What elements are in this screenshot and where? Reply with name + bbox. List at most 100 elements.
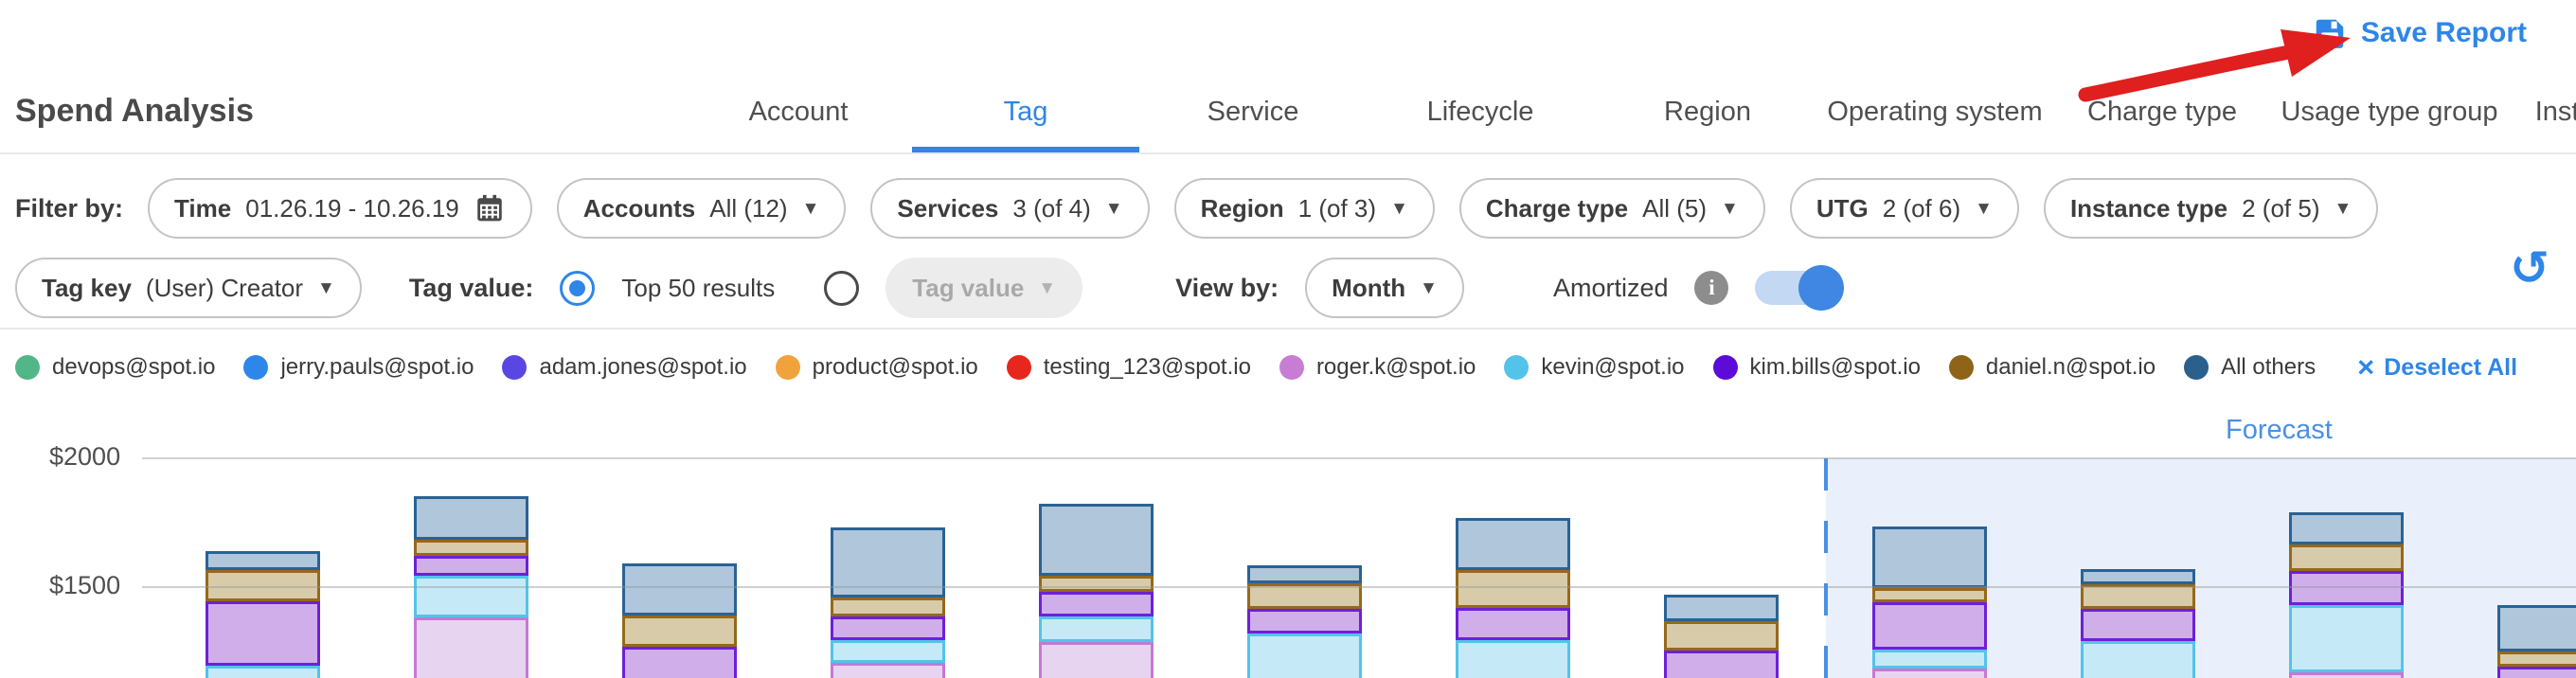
bar-9-segment-roger-k-spot-io[interactable]	[1872, 669, 1987, 678]
bar-10-segment-kevin-spot-io[interactable]	[2081, 641, 2195, 678]
legend-item-roger-k-spot-io[interactable]: roger.k@spot.io	[1279, 354, 1476, 381]
legend-dot	[2184, 355, 2209, 380]
legend-item-product-spot-io[interactable]: product@spot.io	[776, 354, 978, 381]
filter-pill-time[interactable]: Time01.26.19 - 10.26.19	[148, 178, 532, 239]
bar-7-segment-kevin-spot-io[interactable]	[1456, 640, 1570, 678]
bar-4-segment-daniel-n-spot-io[interactable]	[831, 598, 945, 616]
filter-pill-charge-type[interactable]: Charge typeAll (5)	[1459, 178, 1765, 239]
bar-12-segment-all-others[interactable]	[2497, 605, 2576, 651]
legend-dot	[1504, 355, 1529, 380]
tab-account[interactable]: Account	[685, 0, 912, 152]
section-divider	[0, 328, 2576, 330]
legend-item-devops-spot-io[interactable]: devops@spot.io	[15, 354, 215, 381]
bar-11-segment-roger-k-spot-io[interactable]	[2289, 672, 2404, 678]
chevron-down-icon	[1721, 200, 1739, 218]
save-report-button[interactable]: Save Report	[2312, 15, 2527, 51]
bar-5-segment-kim-bills-spot-io[interactable]	[1039, 592, 1154, 616]
bar-2-segment-kevin-spot-io[interactable]	[414, 576, 528, 617]
bar-1-segment-kevin-spot-io[interactable]	[206, 666, 320, 678]
tag-key-pill[interactable]: Tag key (User) Creator	[15, 258, 362, 318]
radio-custom-tag-value[interactable]	[824, 271, 859, 306]
bar-11-segment-kim-bills-spot-io[interactable]	[2289, 571, 2404, 605]
bar-2-segment-all-others[interactable]	[414, 496, 528, 540]
bar-6-segment-all-others[interactable]	[1247, 565, 1362, 583]
view-by-label: View by:	[1175, 274, 1279, 303]
bar-8-segment-all-others[interactable]	[1664, 595, 1779, 621]
legend-dot	[1007, 355, 1031, 380]
filter-pill-instance-type[interactable]: Instance type2 (of 5)	[2044, 178, 2378, 239]
legend-item-adam-jones-spot-io[interactable]: adam.jones@spot.io	[502, 354, 746, 381]
radio-top-50-results[interactable]	[560, 271, 595, 306]
legend-item-daniel-n-spot-io[interactable]: daniel.n@spot.io	[1949, 354, 2156, 381]
chevron-down-icon	[317, 279, 335, 297]
bar-11-segment-kevin-spot-io[interactable]	[2289, 605, 2404, 672]
bar-4-segment-kim-bills-spot-io[interactable]	[831, 616, 945, 640]
chevron-down-icon	[2334, 200, 2352, 218]
bar-9-segment-kim-bills-spot-io[interactable]	[1872, 602, 1987, 650]
bar-10-segment-kim-bills-spot-io[interactable]	[2081, 609, 2195, 641]
legend-item-all-others[interactable]: All others	[2184, 354, 2316, 381]
tab-lifecycle[interactable]: Lifecycle	[1367, 0, 1594, 152]
bar-10-segment-all-others[interactable]	[2081, 569, 2195, 584]
bar-11-segment-daniel-n-spot-io[interactable]	[2289, 544, 2404, 571]
chevron-down-icon	[1038, 279, 1056, 297]
bar-3-segment-kim-bills-spot-io[interactable]	[622, 647, 737, 678]
legend-label: jerry.pauls@spot.io	[280, 354, 474, 381]
bar-12-segment-daniel-n-spot-io[interactable]	[2497, 651, 2576, 667]
legend-item-kevin-spot-io[interactable]: kevin@spot.io	[1504, 354, 1684, 381]
deselect-all-button[interactable]: Deselect All	[2357, 354, 2517, 382]
amortized-label: Amortized	[1553, 274, 1669, 303]
info-icon[interactable]	[1694, 271, 1728, 305]
bar-6-segment-kevin-spot-io[interactable]	[1247, 633, 1362, 678]
legend-item-testing-123-spot-io[interactable]: testing_123@spot.io	[1007, 354, 1251, 381]
filter-pill-utg[interactable]: UTG2 (of 6)	[1790, 178, 2019, 239]
legend-dot	[776, 355, 800, 380]
bar-11-segment-all-others[interactable]	[2289, 512, 2404, 544]
bar-2-segment-kim-bills-spot-io[interactable]	[414, 556, 528, 576]
bar-7-segment-daniel-n-spot-io[interactable]	[1456, 570, 1570, 608]
tab-tag[interactable]: Tag	[912, 0, 1139, 152]
bar-7-segment-all-others[interactable]	[1456, 518, 1570, 570]
bar-4-segment-roger-k-spot-io[interactable]	[831, 663, 945, 678]
tag-value-dropdown: Tag value	[886, 258, 1082, 318]
tab-region[interactable]: Region	[1594, 0, 1821, 152]
amortized-toggle[interactable]	[1755, 271, 1842, 305]
bar-3-segment-daniel-n-spot-io[interactable]	[622, 616, 737, 647]
bar-2-segment-daniel-n-spot-io[interactable]	[414, 540, 528, 556]
filter-pill-value: 2 (of 6)	[1883, 194, 1960, 223]
bar-9-segment-all-others[interactable]	[1872, 526, 1987, 588]
bar-5-segment-roger-k-spot-io[interactable]	[1039, 642, 1154, 678]
legend-label: All others	[2221, 354, 2316, 381]
bar-8-segment-kim-bills-spot-io[interactable]	[1664, 651, 1779, 678]
bar-12-segment-kim-bills-spot-io[interactable]	[2497, 667, 2576, 678]
bar-5-segment-daniel-n-spot-io[interactable]	[1039, 576, 1154, 592]
filter-pill-services[interactable]: Services3 (of 4)	[870, 178, 1149, 239]
tab-operating-system[interactable]: Operating system	[1821, 0, 2048, 152]
spend-chart: Forecast $2000$1500	[0, 398, 2576, 678]
bar-8-segment-daniel-n-spot-io[interactable]	[1664, 621, 1779, 651]
filter-pill-accounts[interactable]: AccountsAll (12)	[557, 178, 847, 239]
bar-4-segment-kevin-spot-io[interactable]	[831, 640, 945, 663]
bar-2-segment-roger-k-spot-io[interactable]	[414, 617, 528, 678]
bar-9-segment-kevin-spot-io[interactable]	[1872, 650, 1987, 669]
bar-6-segment-kim-bills-spot-io[interactable]	[1247, 609, 1362, 633]
legend-item-jerry-pauls-spot-io[interactable]: jerry.pauls@spot.io	[243, 354, 474, 381]
filter-pill-label: Instance type	[2070, 194, 2227, 223]
tab-charge-type[interactable]: Charge type	[2048, 0, 2276, 152]
bar-9-segment-daniel-n-spot-io[interactable]	[1872, 588, 1987, 602]
bar-1-segment-kim-bills-spot-io[interactable]	[206, 601, 320, 665]
bar-1-segment-all-others[interactable]	[206, 551, 320, 570]
legend-item-kim-bills-spot-io[interactable]: kim.bills@spot.io	[1713, 354, 1921, 381]
tab-service[interactable]: Service	[1139, 0, 1367, 152]
radio-dot	[569, 280, 585, 296]
reset-icon[interactable]	[2510, 244, 2549, 292]
bar-5-segment-all-others[interactable]	[1039, 504, 1154, 576]
filter-pill-value: 3 (of 4)	[1012, 194, 1090, 223]
bar-7-segment-kim-bills-spot-io[interactable]	[1456, 608, 1570, 640]
chart-legend: devops@spot.io jerry.pauls@spot.io adam.jo…	[15, 348, 2572, 386]
bar-5-segment-kevin-spot-io[interactable]	[1039, 616, 1154, 642]
filter-pill-region[interactable]: Region1 (of 3)	[1174, 178, 1435, 239]
view-by-dropdown[interactable]: Month	[1305, 258, 1464, 318]
bar-3-segment-all-others[interactable]	[622, 563, 737, 616]
filter-pill-value: 1 (of 3)	[1298, 194, 1376, 223]
